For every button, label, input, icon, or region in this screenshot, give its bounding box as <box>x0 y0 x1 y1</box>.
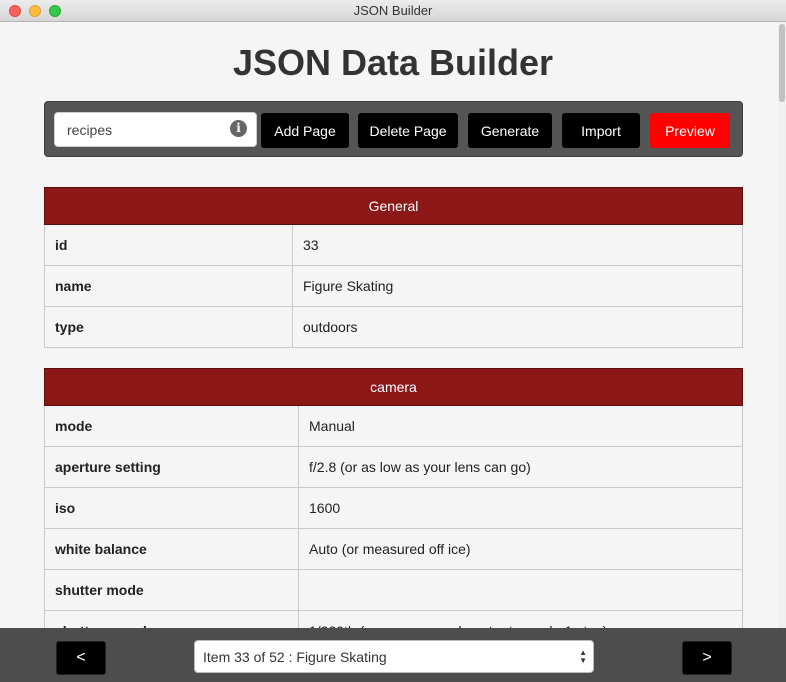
footer-nav: < Item 33 of 52 : Figure Skating ▲ ▼ > <box>0 628 786 682</box>
field-value[interactable]: f/2.8 (or as low as your lens can go) <box>298 446 743 488</box>
page-name-input[interactable] <box>55 113 225 146</box>
window-title: JSON Builder <box>353 3 433 18</box>
table-row[interactable]: aperture setting f/2.8 (or as low as you… <box>44 446 743 488</box>
field-value[interactable]: Auto (or measured off ice) <box>298 528 743 570</box>
page-name-field: i <box>54 112 257 147</box>
field-key: shutter speed <box>44 610 299 628</box>
item-select-value: Item 33 of 52 : Figure Skating <box>203 648 387 665</box>
table-row[interactable]: mode Manual <box>44 405 743 447</box>
field-value[interactable] <box>298 569 743 611</box>
main-content: JSON Data Builder i Add Page Delete Page… <box>0 22 778 628</box>
generate-button[interactable]: Generate <box>468 113 552 148</box>
field-value[interactable]: Manual <box>298 405 743 447</box>
table-row[interactable]: white balance Auto (or measured off ice) <box>44 528 743 570</box>
table-row[interactable]: iso 1600 <box>44 487 743 529</box>
field-key: type <box>44 306 293 348</box>
field-key: white balance <box>44 528 299 570</box>
table-row[interactable]: type outdoors <box>44 306 743 348</box>
updown-arrows-icon: ▲ ▼ <box>579 648 587 665</box>
field-value[interactable]: 1600 <box>298 487 743 529</box>
general-header: General <box>44 187 743 225</box>
general-table: General id 33 name Figure Skating type o… <box>44 187 743 348</box>
field-key: id <box>44 224 293 266</box>
field-value[interactable]: Figure Skating <box>292 265 743 307</box>
field-value[interactable]: 33 <box>292 224 743 266</box>
camera-table: camera mode Manual aperture setting f/2.… <box>44 368 743 628</box>
vertical-scrollbar[interactable] <box>778 22 786 628</box>
import-button[interactable]: Import <box>562 113 640 148</box>
window-controls <box>9 5 61 17</box>
field-key: mode <box>44 405 299 447</box>
field-value[interactable]: outdoors <box>292 306 743 348</box>
item-select[interactable]: Item 33 of 52 : Figure Skating ▲ ▼ <box>194 640 594 673</box>
add-page-button[interactable]: Add Page <box>261 113 349 148</box>
scrollbar-thumb[interactable] <box>779 24 785 102</box>
field-key: name <box>44 265 293 307</box>
toolbar: i Add Page Delete Page Generate Import P… <box>44 101 743 157</box>
table-row[interactable]: shutter mode <box>44 569 743 611</box>
preview-button[interactable]: Preview <box>650 113 730 148</box>
prev-item-button[interactable]: < <box>56 641 106 675</box>
field-value[interactable]: 1/320th (or as measured; meter to read +… <box>298 610 743 628</box>
field-key: shutter mode <box>44 569 299 611</box>
page-title: JSON Data Builder <box>232 42 554 83</box>
minimize-window-button[interactable] <box>29 5 41 17</box>
window-titlebar: JSON Builder <box>0 0 786 22</box>
field-key: iso <box>44 487 299 529</box>
table-row[interactable]: shutter speed 1/320th (or as measured; m… <box>44 610 743 628</box>
table-row[interactable]: id 33 <box>44 224 743 266</box>
next-item-button[interactable]: > <box>682 641 732 675</box>
table-row[interactable]: name Figure Skating <box>44 265 743 307</box>
delete-page-button[interactable]: Delete Page <box>358 113 458 148</box>
zoom-window-button[interactable] <box>49 5 61 17</box>
info-icon[interactable]: i <box>230 120 247 137</box>
close-window-button[interactable] <box>9 5 21 17</box>
field-key: aperture setting <box>44 446 299 488</box>
camera-header: camera <box>44 368 743 406</box>
